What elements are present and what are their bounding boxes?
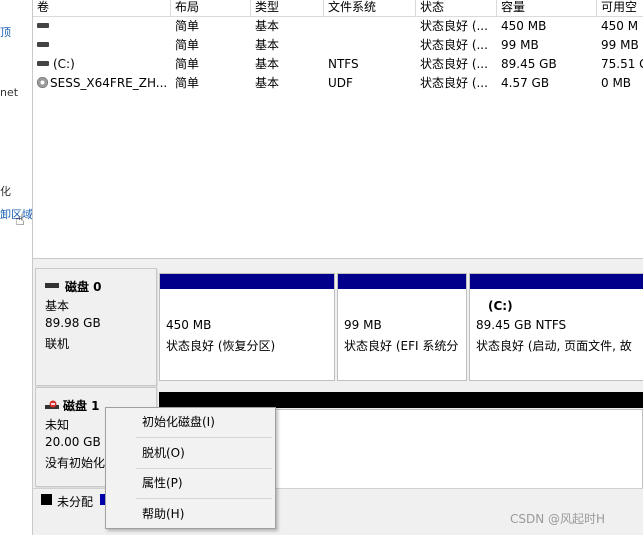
partition-status: 状态良好 (启动, 页面文件, 故 xyxy=(476,339,632,353)
capacity-cell: 4.57 GB xyxy=(501,76,550,90)
partition-c-drive[interactable]: (C:) 89.45 GB NTFS 状态良好 (启动, 页面文件, 故 xyxy=(469,273,643,381)
menu-item-initialize-disk[interactable]: 初始化磁盘(I) xyxy=(106,410,275,434)
optical-disc-icon xyxy=(37,77,48,88)
column-header-filesystem[interactable]: 文件系统 xyxy=(324,0,416,16)
disk0-state: 联机 xyxy=(45,337,70,351)
partition-name: (C:) xyxy=(488,299,513,313)
menu-separator xyxy=(136,468,272,469)
partition-status: 状态良好 (EFI 系统分 xyxy=(344,339,459,353)
partition-size: 89.45 GB NTFS xyxy=(476,318,567,332)
layout-cell: 简单 xyxy=(175,76,200,90)
volume-name: SESS_X64FRE_ZH... xyxy=(50,76,168,90)
column-header-capacity[interactable]: 容量 xyxy=(497,0,597,16)
capacity-cell: 450 MB xyxy=(501,19,547,33)
status-cell: 状态良好 (... xyxy=(420,19,488,33)
left-nav-pane: 顶 net 化 卸区域 xyxy=(0,0,33,535)
table-header: 卷 布局 类型 文件系统 状态 容量 可用空 xyxy=(33,0,643,17)
column-header-layout[interactable]: 布局 xyxy=(171,0,251,16)
status-cell: 状态良好 (... xyxy=(420,57,488,71)
partition-recovery[interactable]: 450 MB 状态良好 (恢复分区) xyxy=(159,273,335,381)
table-row[interactable]: SESS_X64FRE_ZH... 简单 基本 UDF 状态良好 (... 4.… xyxy=(33,74,643,93)
layout-cell: 简单 xyxy=(175,38,200,52)
nav-fragment[interactable]: 化 xyxy=(0,183,11,199)
menu-item-help[interactable]: 帮助(H) xyxy=(106,502,275,526)
disk-uninitialized-icon xyxy=(45,400,59,409)
disk1-title: 磁盘 1 xyxy=(63,399,100,413)
partition-size: 450 MB xyxy=(166,318,212,332)
capacity-cell: 99 MB xyxy=(501,38,539,52)
status-cell: 状态良好 (... xyxy=(420,38,488,52)
type-cell: 基本 xyxy=(255,57,280,71)
free-cell: 75.51 G xyxy=(601,57,643,71)
nav-fragment[interactable]: net xyxy=(0,86,18,99)
type-cell: 基本 xyxy=(255,76,280,90)
fs-cell xyxy=(324,36,416,55)
disk0-size: 89.98 GB xyxy=(45,316,101,330)
unallocated-stripe xyxy=(159,392,643,408)
partition-size: 99 MB xyxy=(344,318,382,332)
capacity-cell: 89.45 GB xyxy=(501,57,557,71)
hand-cursor-icon: ☝ xyxy=(15,210,25,229)
fs-cell: UDF xyxy=(328,76,353,90)
disk0-title: 磁盘 0 xyxy=(65,280,102,294)
drive-icon xyxy=(37,61,49,66)
unallocated-swatch xyxy=(41,494,52,505)
layout-cell: 简单 xyxy=(175,57,200,71)
nav-fragment[interactable]: 顶 xyxy=(0,24,11,40)
legend-unallocated-label: 未分配 xyxy=(57,495,94,509)
type-cell: 基本 xyxy=(255,19,280,33)
table-row[interactable]: 简单 基本 状态良好 (... 450 MB 450 M xyxy=(33,17,643,36)
fs-cell: NTFS xyxy=(328,57,359,71)
drive-icon xyxy=(37,23,49,28)
menu-item-offline[interactable]: 脱机(O) xyxy=(106,441,275,465)
column-header-free[interactable]: 可用空 xyxy=(597,0,643,16)
drive-icon xyxy=(37,42,49,47)
free-cell: 99 MB xyxy=(601,38,639,52)
menu-separator xyxy=(136,437,272,438)
disk-icon xyxy=(45,283,59,288)
watermark: CSDN @风起时H xyxy=(510,512,606,526)
volume-name: (C:) xyxy=(53,57,75,71)
type-cell: 基本 xyxy=(255,38,280,52)
partition-status: 状态良好 (恢复分区) xyxy=(166,339,276,353)
disk1-type: 未知 xyxy=(45,418,70,432)
free-cell: 450 M xyxy=(601,19,639,33)
table-row[interactable]: (C:) 简单 基本 NTFS 状态良好 (... 89.45 GB 75.51… xyxy=(33,55,643,74)
disk1-size: 20.00 GB xyxy=(45,435,101,449)
free-cell: 0 MB xyxy=(601,76,632,90)
status-cell: 状态良好 (... xyxy=(420,76,488,90)
menu-item-properties[interactable]: 属性(P) xyxy=(106,471,275,495)
disk1-state: 没有初始化 xyxy=(45,456,106,470)
column-header-volume[interactable]: 卷 xyxy=(33,0,171,16)
column-header-status[interactable]: 状态 xyxy=(416,0,497,16)
table-row[interactable]: 简单 基本 状态良好 (... 99 MB 99 MB xyxy=(33,36,643,55)
column-header-type[interactable]: 类型 xyxy=(251,0,324,16)
fs-cell xyxy=(324,17,416,36)
context-menu: 初始化磁盘(I) 脱机(O) 属性(P) 帮助(H) xyxy=(105,407,276,529)
menu-separator xyxy=(136,498,272,499)
disk0-type: 基本 xyxy=(45,299,70,313)
partition-efi[interactable]: 99 MB 状态良好 (EFI 系统分 xyxy=(337,273,467,381)
disk0-label[interactable]: 磁盘 0 基本 89.98 GB 联机 xyxy=(35,268,157,386)
volume-list-table: 卷 布局 类型 文件系统 状态 容量 可用空 简单 基本 状态良好 (... 4… xyxy=(33,0,643,259)
layout-cell: 简单 xyxy=(175,19,200,33)
